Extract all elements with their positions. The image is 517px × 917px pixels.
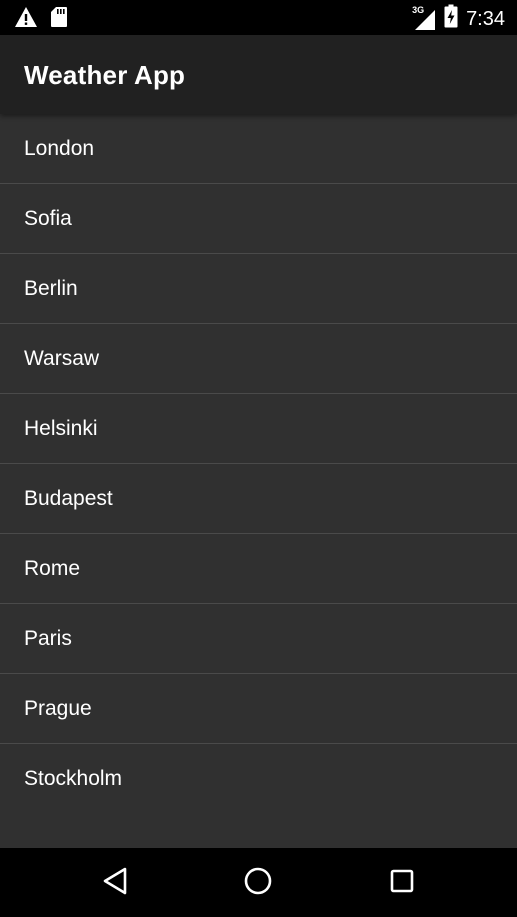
list-item-prague[interactable]: Prague	[0, 674, 517, 744]
list-item-warsaw[interactable]: Warsaw	[0, 324, 517, 394]
city-list: London Sofia Berlin Warsaw Helsinki Buda…	[0, 114, 517, 848]
page-title: Weather App	[24, 60, 186, 90]
status-bar-right: 3G 7:34	[412, 4, 505, 33]
battery-charging-icon	[444, 4, 458, 33]
list-item-label: Stockholm	[24, 766, 123, 790]
home-icon	[243, 866, 273, 901]
back-icon	[101, 866, 129, 901]
status-bar-left	[14, 6, 68, 33]
list-item-label: Sofia	[24, 206, 72, 230]
list-item-label: Budapest	[24, 486, 113, 510]
back-button[interactable]	[97, 865, 133, 901]
warning-icon	[14, 6, 38, 33]
app-bar: Weather App	[0, 35, 517, 114]
list-item-helsinki[interactable]: Helsinki	[0, 394, 517, 464]
home-button[interactable]	[240, 865, 276, 901]
list-item-london[interactable]: London	[0, 114, 517, 184]
navigation-bar	[0, 848, 517, 917]
list-item-label: Warsaw	[24, 346, 100, 370]
status-bar: 3G 7:34	[0, 0, 517, 35]
list-item-budapest[interactable]: Budapest	[0, 464, 517, 534]
sd-card-icon	[50, 6, 68, 33]
list-item-label: London	[24, 136, 95, 160]
recents-icon	[388, 867, 416, 900]
list-item-sofia[interactable]: Sofia	[0, 184, 517, 254]
list-item-label: Paris	[24, 626, 72, 650]
status-time: 7:34	[466, 7, 505, 30]
list-item-label: Berlin	[24, 276, 78, 300]
list-item-label: Prague	[24, 696, 92, 720]
list-item-label: Rome	[24, 556, 81, 580]
list-item-label: Helsinki	[24, 416, 98, 440]
recents-button[interactable]	[384, 865, 420, 901]
list-item-stockholm[interactable]: Stockholm	[0, 744, 517, 813]
list-item-berlin[interactable]: Berlin	[0, 254, 517, 324]
list-item-rome[interactable]: Rome	[0, 534, 517, 604]
screen: 3G 7:34 Weather App London Sofia Berlin …	[0, 0, 517, 917]
signal-icon: 3G	[412, 5, 436, 31]
list-item-paris[interactable]: Paris	[0, 604, 517, 674]
